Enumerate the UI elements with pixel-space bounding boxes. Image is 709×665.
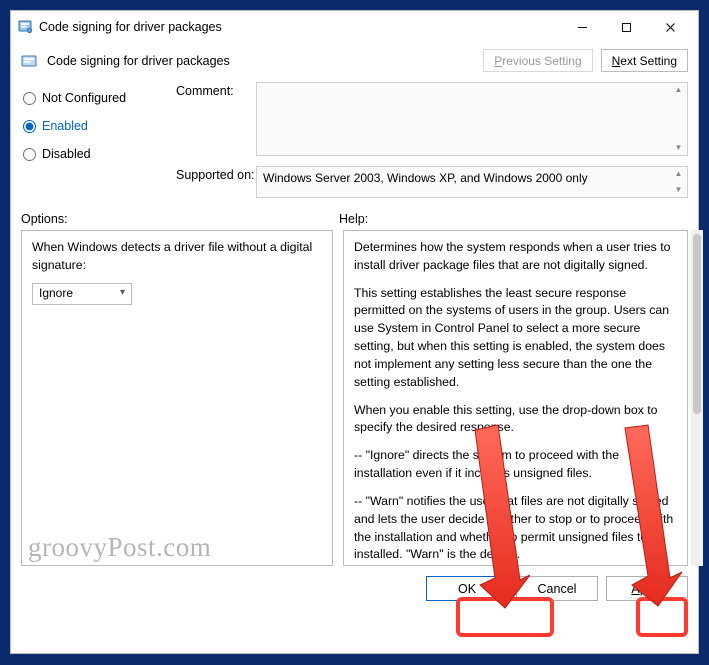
radio-not-configured-input[interactable] <box>23 92 36 105</box>
ok-button[interactable]: OK <box>426 576 508 601</box>
options-pane: When Windows detects a driver file witho… <box>21 230 333 566</box>
options-prompt: When Windows detects a driver file witho… <box>32 239 322 275</box>
help-text: Determines how the system responds when … <box>354 239 677 564</box>
comment-label: Comment: <box>176 82 256 98</box>
radio-not-configured[interactable]: Not Configured <box>21 84 176 112</box>
radio-enabled[interactable]: Enabled <box>21 112 176 140</box>
close-button[interactable] <box>648 13 692 41</box>
comment-textarea[interactable]: ▲▼ <box>256 82 688 156</box>
state-radio-group: Not Configured Enabled Disabled <box>21 82 176 198</box>
footer: OK Cancel Apply <box>11 566 698 613</box>
radio-disabled[interactable]: Disabled <box>21 140 176 168</box>
header-title: Code signing for driver packages <box>47 54 475 68</box>
app-icon <box>17 19 33 35</box>
help-p2: This setting establishes the least secur… <box>354 285 677 392</box>
header-row: Code signing for driver packages Previou… <box>11 43 698 82</box>
next-setting-button[interactable]: Next Setting <box>601 49 688 72</box>
comment-scrollbar[interactable]: ▲▼ <box>672 85 685 153</box>
previous-setting-button[interactable]: Previous Setting <box>483 49 592 72</box>
chevron-down-icon: ▾ <box>120 286 125 301</box>
help-p3: When you enable this setting, use the dr… <box>354 402 677 438</box>
supported-label: Supported on: <box>176 166 256 182</box>
dialog-window: Code signing for driver packages Code si… <box>10 10 699 654</box>
supported-scrollbar[interactable]: ▲▼ <box>672 169 685 195</box>
help-p5: -- "Warn" notifies the user that files a… <box>354 493 677 564</box>
options-label: Options: <box>21 212 339 226</box>
content-scrollbar[interactable] <box>691 230 703 566</box>
fields: Comment: ▲▼ Supported on: Windows Server… <box>176 82 688 198</box>
signature-response-dropdown[interactable]: Ignore ▾ <box>32 283 132 305</box>
radio-disabled-label: Disabled <box>42 147 91 161</box>
cancel-button[interactable]: Cancel <box>516 576 598 601</box>
help-p1: Determines how the system responds when … <box>354 239 677 275</box>
dropdown-selected: Ignore <box>39 285 73 302</box>
titlebar: Code signing for driver packages <box>11 11 698 43</box>
panes: When Windows detects a driver file witho… <box>11 230 698 566</box>
maximize-button[interactable] <box>604 13 648 41</box>
radio-enabled-label: Enabled <box>42 119 88 133</box>
scrollbar-thumb[interactable] <box>693 234 701 414</box>
radio-disabled-input[interactable] <box>23 148 36 161</box>
policy-icon <box>21 53 39 69</box>
supported-value: Windows Server 2003, Windows XP, and Win… <box>263 171 588 185</box>
help-label: Help: <box>339 212 368 226</box>
minimize-button[interactable] <box>560 13 604 41</box>
apply-button[interactable]: Apply <box>606 576 688 601</box>
pane-labels: Options: Help: <box>11 198 698 230</box>
config-row: Not Configured Enabled Disabled Comment:… <box>11 82 698 198</box>
help-pane: Determines how the system responds when … <box>343 230 688 566</box>
help-p4: -- "Ignore" directs the system to procee… <box>354 447 677 483</box>
radio-not-configured-label: Not Configured <box>42 91 126 105</box>
window-title: Code signing for driver packages <box>39 20 560 34</box>
radio-enabled-input[interactable] <box>23 120 36 133</box>
supported-box: Windows Server 2003, Windows XP, and Win… <box>256 166 688 198</box>
